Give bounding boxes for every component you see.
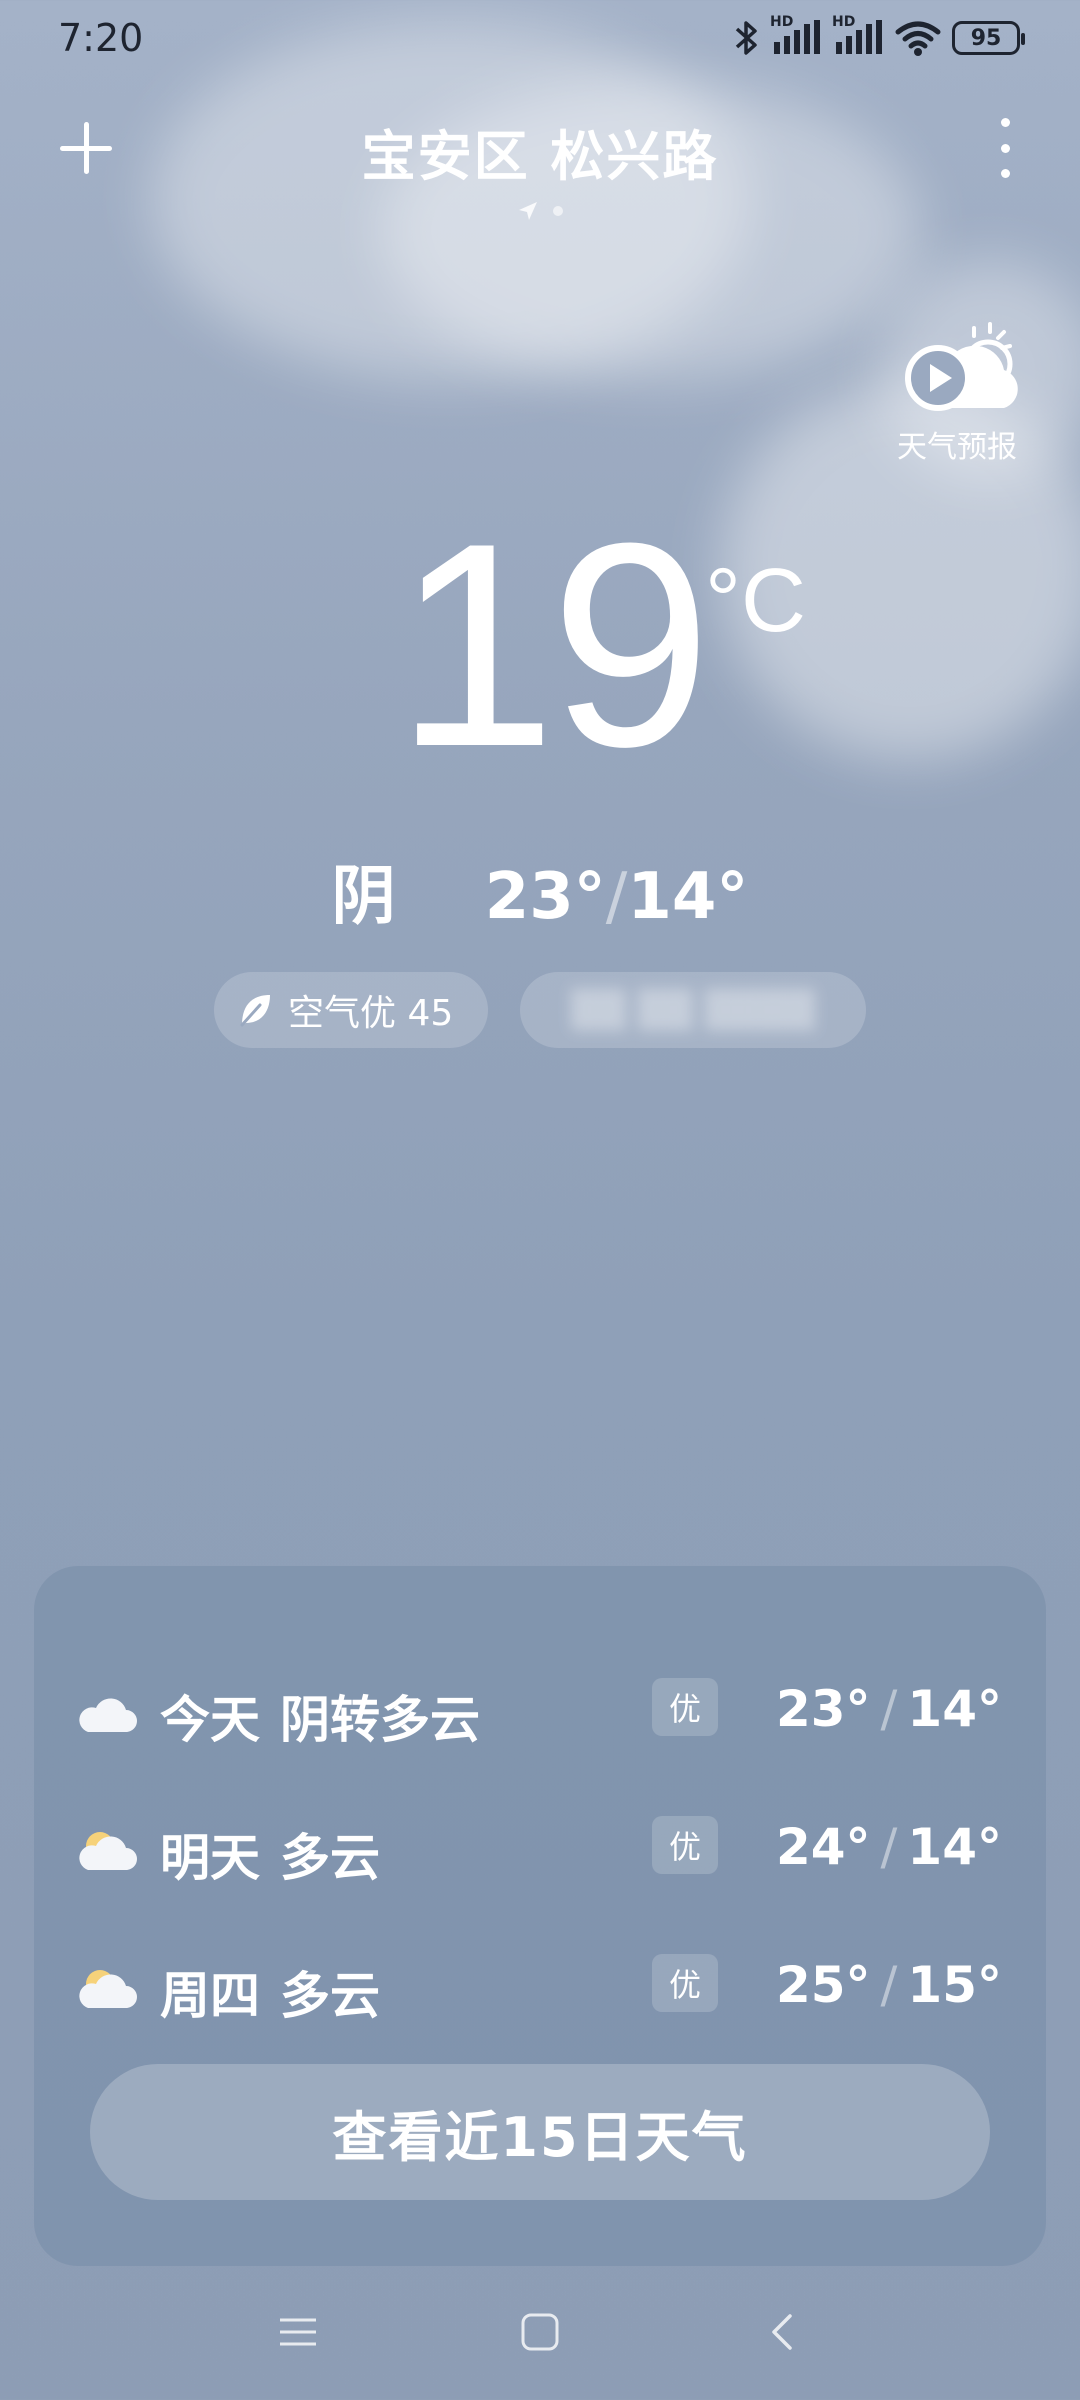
cellular-signal-1-icon: HD [770, 14, 822, 58]
forecast-video-button[interactable]: 天气预报 [892, 320, 1022, 466]
day-name: 明天 [160, 1829, 260, 1887]
day-high: 24° [775, 1818, 871, 1876]
blurred-info-pill[interactable]: ▒▒ ▒▒ ▒▒▒▒ [520, 972, 866, 1048]
forecast-card: 今天 阴转多云 优 23°/14° 明天 多云 优 24°/14° 周四 多云 … [34, 1566, 1046, 2266]
forecast-row[interactable]: 今天 阴转多云 优 23°/14° [34, 1666, 1046, 1756]
sun-cloud-icon [79, 1832, 137, 1870]
location-title[interactable]: 宝安区 松兴路 [0, 112, 1080, 191]
pill-row: 空气优 45 ▒▒ ▒▒ ▒▒▒▒ [0, 972, 1080, 1052]
battery-indicator: 95 [952, 21, 1025, 55]
cellular-signal-2-icon: HD [832, 14, 884, 58]
cloud-icon [79, 1698, 137, 1732]
day-temps: 25°/15° [776, 1956, 1002, 2014]
temp-slash: / [880, 1956, 898, 2014]
navigation-bar [0, 2290, 1080, 2380]
wifi-icon [895, 21, 941, 56]
temperature-unit: °C [705, 551, 806, 651]
day-low: 15° [907, 1956, 1002, 2014]
day-condition: 多云 [280, 1967, 380, 2025]
day-low: 14° [907, 1818, 1002, 1876]
status-icons: HD HD 95 [734, 14, 1025, 62]
day-temps: 24°/14° [776, 1818, 1002, 1876]
more-vertical-icon[interactable] [990, 118, 1020, 178]
forecast-video-label: 天气预报 [897, 430, 1017, 465]
back-icon[interactable] [762, 2310, 806, 2354]
day-aqi-badge: 优 [652, 1678, 718, 1736]
forecast-row[interactable]: 明天 多云 优 24°/14° [34, 1804, 1046, 1894]
day-name: 周四 [160, 1967, 260, 2025]
day-high: 25° [775, 1956, 871, 2014]
temperature-value: 19 [395, 483, 712, 807]
temp-slash: / [880, 1818, 898, 1876]
home-icon[interactable] [518, 2310, 562, 2354]
aqi-pill[interactable]: 空气优 45 [214, 972, 488, 1048]
menu-icon[interactable] [276, 2310, 320, 2354]
bluetooth-icon [735, 21, 757, 55]
temp-slash: / [880, 1680, 898, 1738]
condition-line: 阴 23°/14° [0, 845, 1080, 937]
day-low: 14° [907, 1680, 1002, 1738]
aqi-label: 空气优 45 [288, 993, 454, 1034]
day-aqi-badge: 优 [652, 1954, 718, 2012]
high-temp: 23° [484, 860, 606, 934]
leaf-icon [240, 995, 270, 1027]
play-sun-cloud-icon [905, 322, 1018, 411]
day-aqi-badge: 优 [652, 1816, 718, 1874]
day-name: 今天 [160, 1691, 260, 1749]
forecast-row[interactable]: 周四 多云 优 25°/15° [34, 1942, 1046, 2032]
page-indicator [0, 200, 1080, 222]
day-condition: 多云 [280, 1829, 380, 1887]
temp-separator: / [605, 860, 628, 934]
status-bar: 7:20 HD HD 95 [0, 0, 1080, 80]
current-temperature: 19 °C [0, 500, 1080, 810]
top-bar: 宝安区 松兴路 [0, 100, 1080, 200]
sun-cloud-icon [79, 1970, 137, 2008]
day-condition: 阴转多云 [280, 1691, 480, 1749]
blurred-pill-text: ▒▒ ▒▒ ▒▒▒▒ [570, 989, 816, 1031]
view-15-day-button[interactable]: 查看近15日天气 [90, 2064, 990, 2200]
battery-level: 95 [970, 25, 1002, 51]
day-temps: 23°/14° [776, 1680, 1002, 1738]
condition-text: 阴 [331, 860, 396, 934]
status-time: 7:20 [58, 16, 144, 60]
page-dot [553, 206, 563, 216]
day-high: 23° [775, 1680, 871, 1738]
low-temp: 14° [627, 860, 749, 934]
location-arrow-icon [519, 202, 537, 220]
